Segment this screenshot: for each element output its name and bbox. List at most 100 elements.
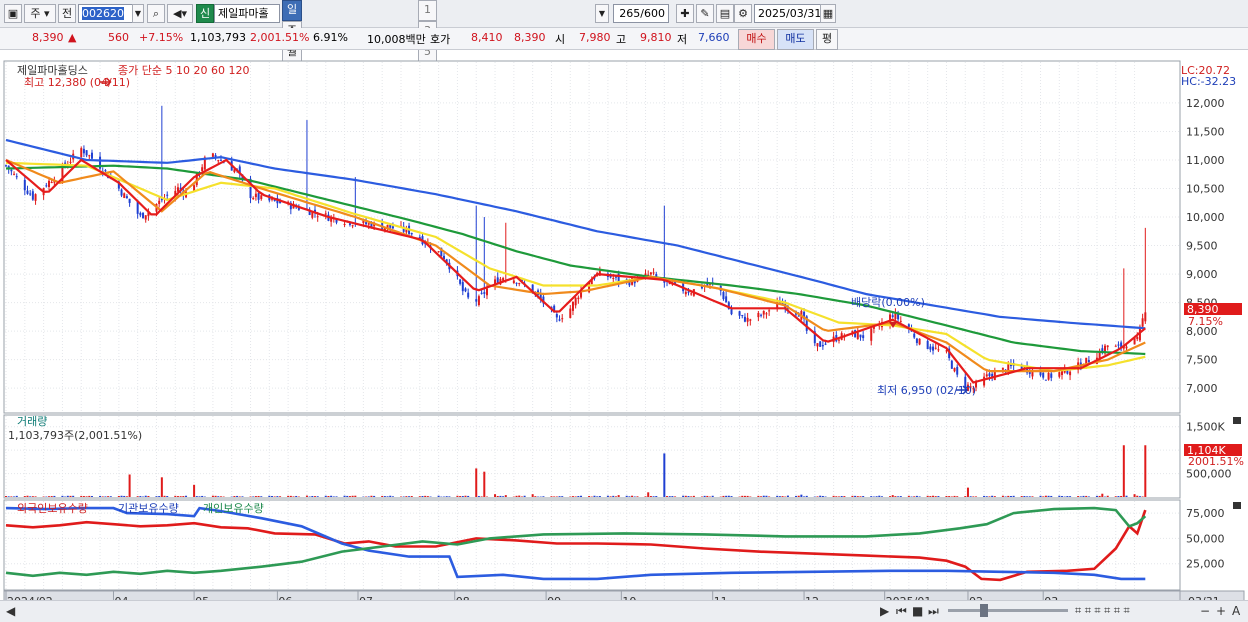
volume-last-pct: 2001.51% <box>1188 455 1244 468</box>
market-select[interactable]: 주 ▾ <box>24 4 56 23</box>
price-tick-label: 11,500 <box>1186 125 1225 138</box>
volume-bar <box>336 496 338 497</box>
volume-bar <box>483 472 485 497</box>
volume-bar <box>908 496 910 497</box>
count-field[interactable]: 265/600 <box>613 4 669 23</box>
period-tab-0[interactable]: 일 <box>282 0 302 21</box>
stop-icon[interactable]: ■ <box>912 604 923 618</box>
candle-body <box>983 377 985 386</box>
candle-body <box>91 153 93 159</box>
volume-bar <box>427 496 429 497</box>
volume-bar <box>1066 496 1068 497</box>
volume-bar <box>1101 494 1103 497</box>
candle-body <box>1088 360 1090 362</box>
scroll-right-icon[interactable]: ▶ <box>880 604 889 618</box>
candle-body <box>126 196 128 198</box>
volume-bar <box>647 492 649 497</box>
volume-bar <box>1031 496 1033 497</box>
volume-bar <box>16 496 18 497</box>
buy-button[interactable]: 매수 <box>738 29 775 50</box>
volume-bar <box>800 495 802 497</box>
volume-bar <box>986 496 988 497</box>
candle-body <box>438 251 440 252</box>
stock-chart[interactable]: 7,0007,5008,0008,5009,0009,50010,00010,5… <box>0 50 1248 621</box>
candle-body <box>655 274 657 276</box>
volume-bar <box>1045 496 1047 497</box>
volume-bar <box>1107 496 1109 497</box>
volume-bar <box>932 496 934 497</box>
candle-body <box>892 315 894 317</box>
candle-body <box>747 318 749 322</box>
scroll-left-icon[interactable]: ◀ <box>6 604 15 618</box>
volume-bar <box>768 496 770 497</box>
volume-bar <box>161 477 163 497</box>
volume-bar <box>260 496 262 497</box>
volume-bar <box>1083 496 1085 497</box>
candle-body <box>822 345 824 346</box>
candle-body <box>1144 312 1146 321</box>
zoom-in-icon[interactable]: + <box>1216 604 1226 618</box>
price-tick-label: 7,000 <box>1186 382 1218 395</box>
volume-bar <box>80 496 82 497</box>
sell-button[interactable]: 매도 <box>777 29 814 50</box>
volume-bar <box>1023 496 1025 497</box>
calendar-icon[interactable]: ▦ <box>820 4 836 23</box>
volume-bar <box>220 496 222 497</box>
date-field[interactable]: 2025/03/31 <box>754 4 824 23</box>
tool-icons[interactable]: ⌗ ⌗ ⌗ ⌗ ⌗ ⌗ <box>1075 604 1130 618</box>
volume-bar <box>35 496 37 497</box>
volume-bar <box>819 496 821 497</box>
candle-body <box>1107 345 1109 347</box>
next-page-icon[interactable]: ⏭ <box>928 604 939 619</box>
gear-icon[interactable]: ⚙ <box>734 4 752 23</box>
candle-body <box>1042 373 1044 378</box>
prev-button[interactable]: 전 <box>58 4 76 23</box>
volume-close-icon[interactable] <box>1233 417 1241 424</box>
volume-bar <box>575 496 577 497</box>
stock-code: 002620 <box>82 7 124 20</box>
eval-button[interactable]: 평 <box>816 29 838 50</box>
draw-icon[interactable]: ✎ <box>696 4 714 23</box>
zoom-out-icon[interactable]: − <box>1200 604 1210 618</box>
volume-bar <box>948 496 950 497</box>
candle-body <box>556 314 558 317</box>
candle-body <box>862 335 864 338</box>
volume-bar <box>215 496 217 497</box>
interval-dropdown-icon[interactable]: ▼ <box>595 4 609 23</box>
zoom-slider-handle[interactable] <box>980 604 988 617</box>
first-page-icon[interactable]: ⏮ <box>896 604 907 619</box>
volume-bar <box>91 496 93 497</box>
candle-body <box>139 213 141 215</box>
volume-sub: 1,103,793주(2,001.51%) <box>8 429 142 442</box>
volume-bar <box>446 496 448 497</box>
candle-body <box>1136 337 1138 339</box>
volume-bar <box>346 496 348 497</box>
candle-body <box>252 198 254 199</box>
volume-bar <box>110 496 112 497</box>
zoom-slider[interactable] <box>948 609 1068 612</box>
volume-bar <box>757 496 759 497</box>
candle-body <box>825 344 827 345</box>
holder-close-icon[interactable] <box>1233 502 1241 509</box>
search-icon[interactable]: ⌕ <box>147 4 165 23</box>
candle-body <box>1048 373 1050 380</box>
chevron-down-icon[interactable]: ▼ <box>132 4 144 23</box>
stock-name: 제일파마홀 <box>218 7 269 20</box>
volume-bar <box>615 496 617 497</box>
count-max: /600 <box>640 7 665 20</box>
window-icon[interactable]: ▣ <box>4 4 22 23</box>
volume-bar <box>1061 496 1063 497</box>
volume-bar <box>588 496 590 497</box>
speaker-icon[interactable]: ◀▾ <box>167 4 193 23</box>
candle-body <box>513 280 515 283</box>
volume-bar <box>83 496 85 497</box>
font-size-icon[interactable]: A <box>1232 604 1240 618</box>
high-label: 고 <box>616 31 626 47</box>
volume-bar <box>290 496 292 497</box>
save-icon[interactable]: ▤ <box>716 4 734 23</box>
price-tick-label: 10,000 <box>1186 211 1225 224</box>
volume-bar <box>164 496 166 497</box>
crosshair-icon[interactable]: ✚ <box>676 4 694 23</box>
volume-bar <box>32 496 34 497</box>
interval-tab-1[interactable]: 1 <box>418 0 437 21</box>
